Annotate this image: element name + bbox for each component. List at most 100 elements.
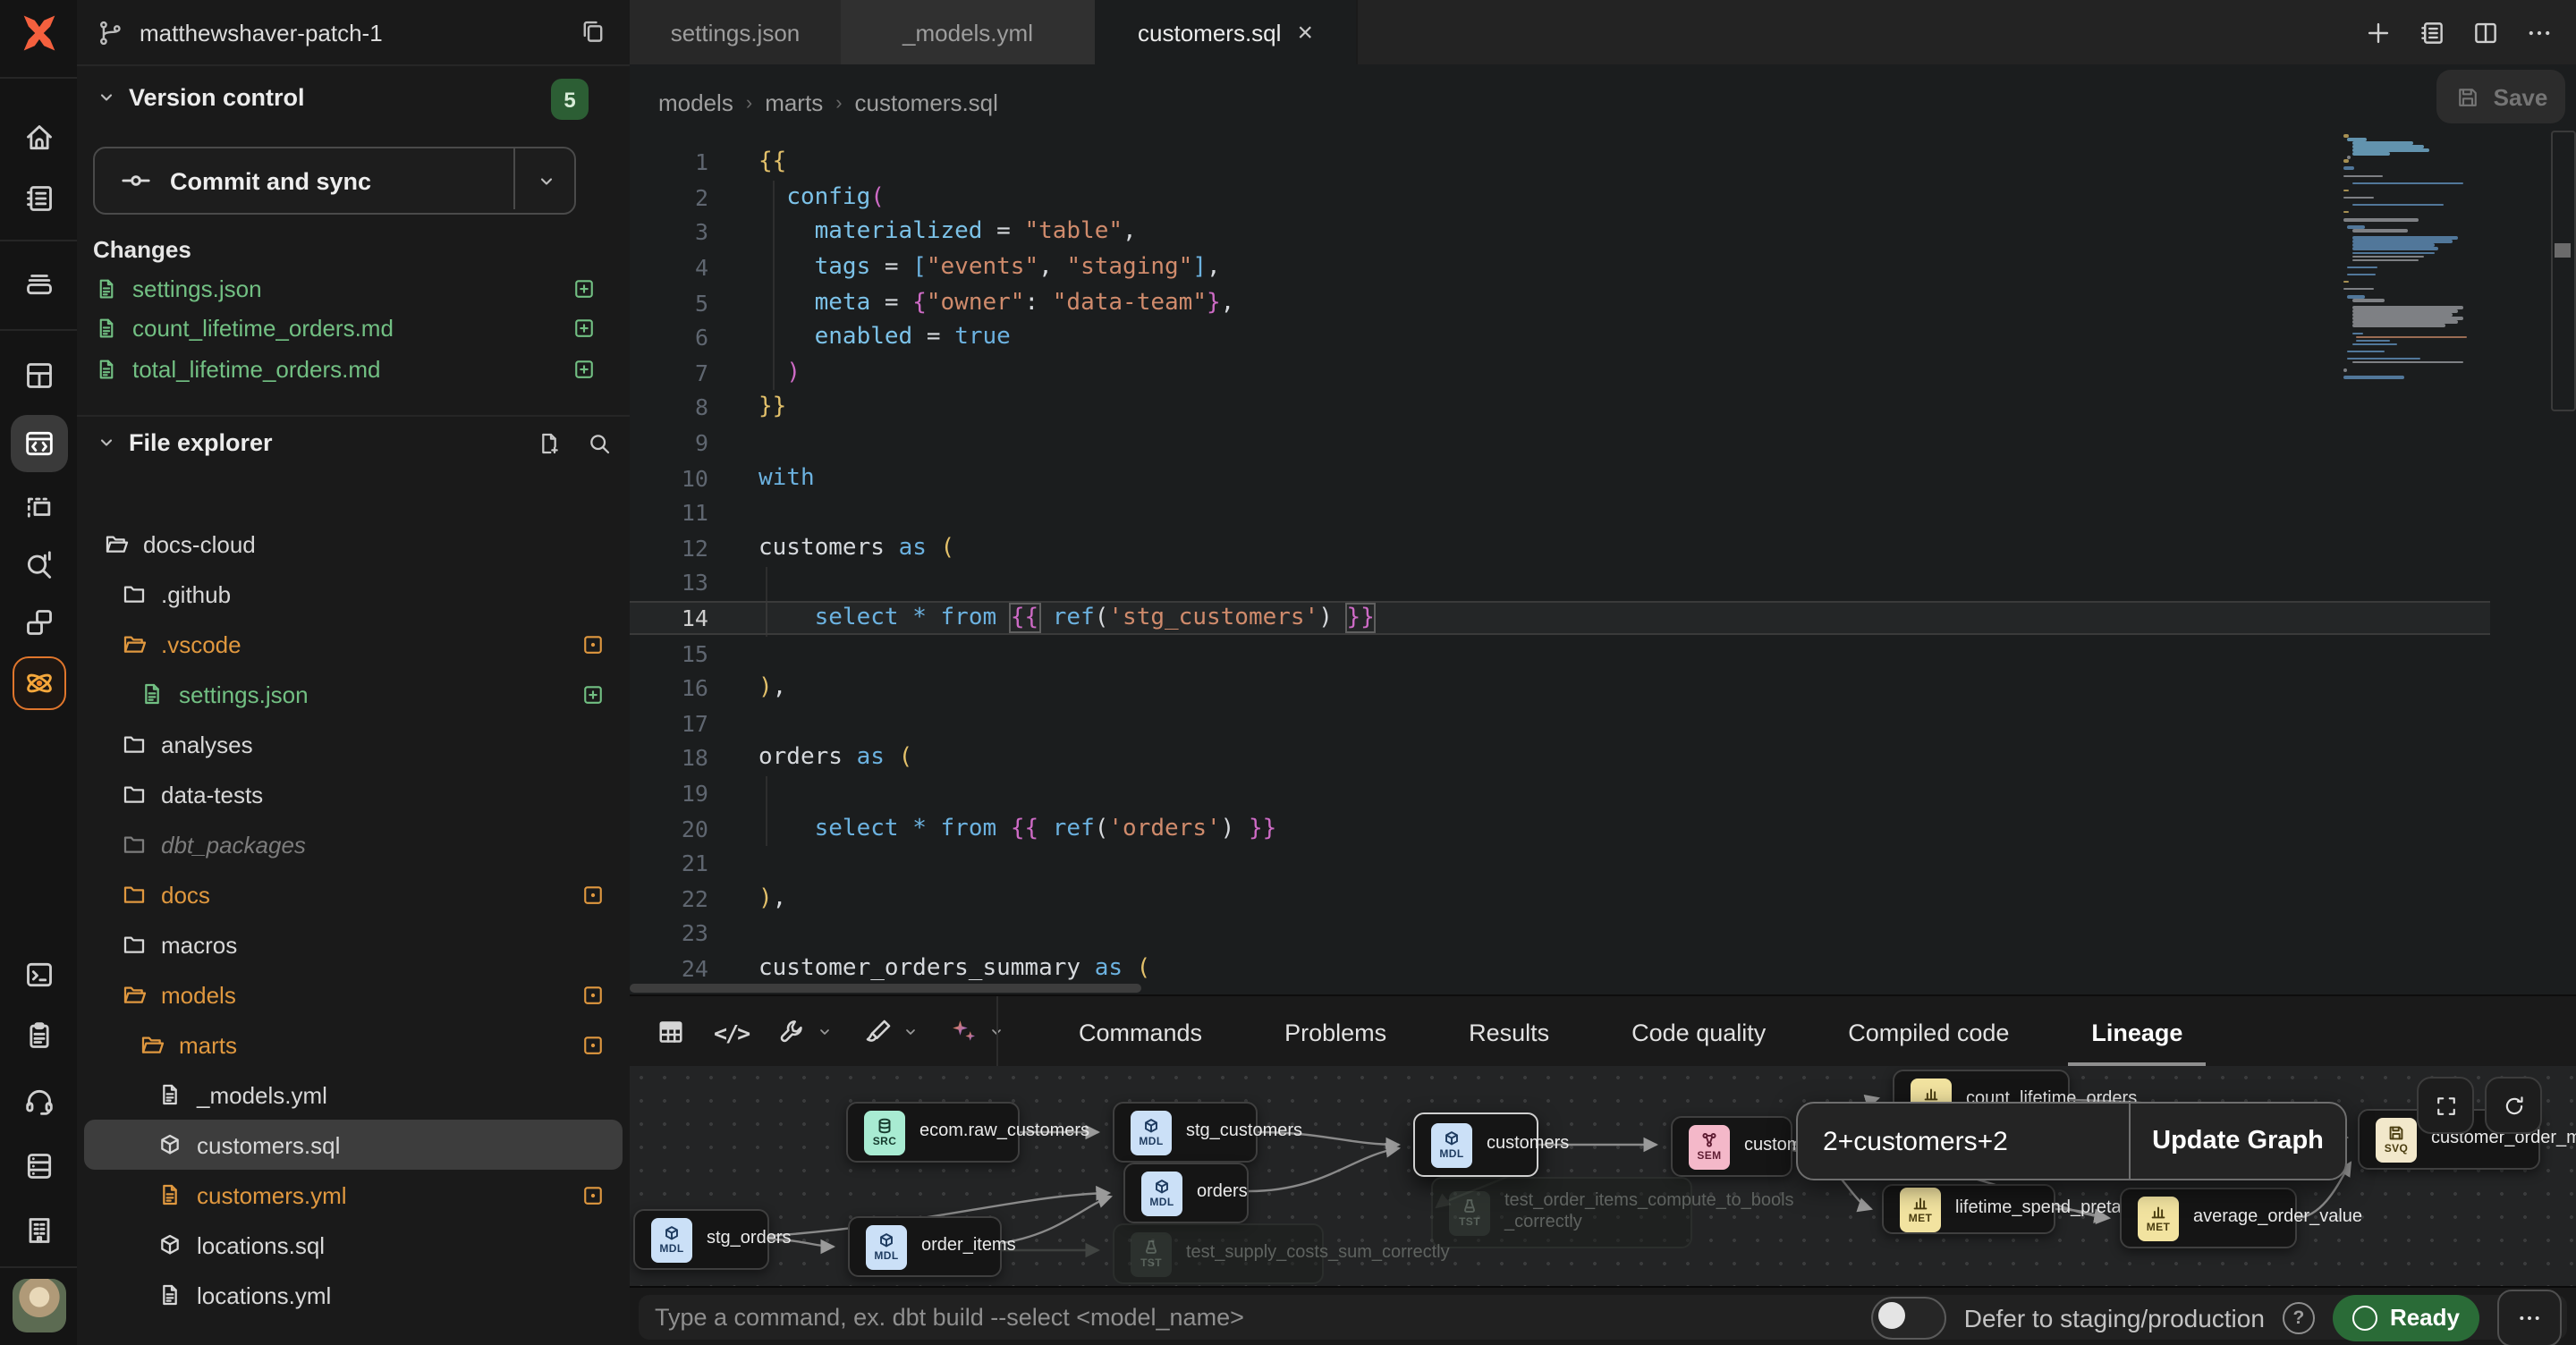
clipboard-icon[interactable] <box>21 1018 56 1053</box>
scrollbar-track[interactable] <box>2551 131 2576 411</box>
code-line-13[interactable]: 13 <box>630 565 2490 600</box>
tree-item-customers.sql[interactable]: customers.sql <box>84 1120 623 1170</box>
drawer-icon[interactable] <box>21 265 56 300</box>
scrollbar-thumb[interactable] <box>2555 243 2571 258</box>
tab-_models.yml[interactable]: _models.yml <box>841 0 1097 64</box>
lineage-node-orders[interactable]: MDLorders <box>1123 1163 1249 1223</box>
panel-tab-Problems[interactable]: Problems <box>1243 996 1428 1068</box>
lineage-node-customers_sem[interactable]: SEMcustomers <box>1671 1116 1792 1177</box>
lineage-node-test_supply[interactable]: TSTtest_supply_costs_sum_correctly <box>1113 1223 1324 1284</box>
code-window-icon[interactable] <box>10 415 67 472</box>
code-line-23[interactable]: 23 <box>630 916 2490 951</box>
breadcrumb-item[interactable]: customers.sql <box>855 89 998 116</box>
commit-options-chevron-icon[interactable] <box>533 167 560 194</box>
code-line-10[interactable]: 10with <box>630 461 2490 495</box>
terminal-icon[interactable] <box>21 957 56 993</box>
atom-icon[interactable] <box>12 656 65 710</box>
stage-file-icon[interactable] <box>571 315 597 342</box>
breadcrumb-item[interactable]: models <box>658 89 733 116</box>
dashboard-icon[interactable] <box>21 358 56 393</box>
code-line-16[interactable]: 16), <box>630 671 2490 706</box>
code-line-22[interactable]: 22), <box>630 881 2490 916</box>
tree-item-.github[interactable]: .github <box>84 569 623 619</box>
ready-status-badge[interactable]: Ready <box>2333 1294 2479 1341</box>
collapse-icon[interactable] <box>93 84 120 111</box>
code-line-6[interactable]: 6 enabled = true <box>630 320 2490 355</box>
stage-file-icon[interactable] <box>571 355 597 382</box>
tree-item-locations.sql[interactable]: locations.sql <box>84 1220 623 1270</box>
windows-icon[interactable] <box>21 605 56 640</box>
minimap[interactable] <box>2343 134 2476 388</box>
lineage-canvas[interactable]: SRCecom.raw_customersMDLstg_customersMDL… <box>630 1066 2576 1286</box>
tree-item-locations.yml[interactable]: locations.yml <box>84 1270 623 1320</box>
code-line-21[interactable]: 21 <box>630 846 2490 881</box>
frame-icon[interactable] <box>21 490 56 526</box>
tree-item-marts[interactable]: marts <box>84 1019 623 1070</box>
tree-item-models[interactable]: models <box>84 969 623 1019</box>
building-icon[interactable] <box>21 1213 56 1248</box>
server-icon[interactable] <box>21 1148 56 1184</box>
stage-file-icon[interactable] <box>571 275 597 301</box>
panel-tab-Results[interactable]: Results <box>1428 996 1590 1068</box>
code-line-3[interactable]: 3 materialized = "table", <box>630 215 2490 250</box>
save-button[interactable]: Save <box>2436 70 2565 123</box>
code-tag-icon[interactable]: </> <box>714 1019 749 1045</box>
command-more-icon[interactable] <box>2497 1289 2562 1345</box>
tree-item-customers.yml[interactable]: customers.yml <box>84 1170 623 1220</box>
lineage-node-ecom_raw_customers[interactable]: SRCecom.raw_customers <box>846 1102 1020 1163</box>
horizontal-scrollbar-thumb[interactable] <box>630 984 1141 993</box>
changed-file-row[interactable]: count_lifetime_orders.md <box>93 309 614 348</box>
tree-item-_models.yml[interactable]: _models.yml <box>84 1070 623 1120</box>
code-line-8[interactable]: 8}} <box>630 390 2490 425</box>
more-options-icon[interactable] <box>2524 17 2555 47</box>
tree-item-.vscode[interactable]: .vscode <box>84 619 623 669</box>
notebook-icon[interactable] <box>21 181 56 216</box>
update-graph-button[interactable]: Update Graph <box>2131 1104 2345 1179</box>
branch-bar[interactable]: matthewshaver-patch-1 <box>77 0 630 66</box>
panel-tab-Lineage[interactable]: Lineage <box>2050 996 2224 1068</box>
panel-tab-Compiled code[interactable]: Compiled code <box>1807 996 2050 1068</box>
headset-icon[interactable] <box>21 1084 56 1120</box>
table-icon[interactable] <box>655 1016 687 1048</box>
code-line-24[interactable]: 24customer_orders_summary as ( <box>630 951 2490 985</box>
code-line-7[interactable]: 7 ) <box>630 355 2490 390</box>
lineage-selector-input[interactable]: 2+customers+2 <box>1798 1104 2129 1179</box>
code-line-5[interactable]: 5 meta = {"owner": "data-team"}, <box>630 285 2490 320</box>
user-avatar[interactable] <box>12 1279 65 1332</box>
dbt-logo-icon[interactable] <box>15 10 62 65</box>
code-line-12[interactable]: 12customers as ( <box>630 530 2490 565</box>
commit-and-sync-button[interactable]: Commit and sync <box>93 147 576 215</box>
notebook-icon[interactable] <box>2417 17 2447 47</box>
code-line-4[interactable]: 4 tags = ["events", "staging"], <box>630 250 2490 285</box>
code-line-15[interactable]: 15 <box>630 636 2490 671</box>
fullscreen-icon[interactable] <box>2417 1077 2474 1134</box>
new-tab-icon[interactable] <box>2363 17 2394 47</box>
insights-icon[interactable] <box>21 547 56 583</box>
lineage-node-customers_model[interactable]: MDLcustomers <box>1413 1112 1538 1177</box>
tree-item-macros[interactable]: macros <box>84 919 623 969</box>
tree-item-settings.json[interactable]: settings.json <box>84 669 623 719</box>
tab-settings.json[interactable]: settings.json <box>630 0 843 64</box>
panel-tab-Commands[interactable]: Commands <box>1038 996 1243 1068</box>
copy-icon[interactable] <box>578 16 608 47</box>
code-line-1[interactable]: 1{{ <box>630 145 2490 180</box>
changed-file-row[interactable]: total_lifetime_orders.md <box>93 349 614 388</box>
lineage-node-lifetime_spend_pretax[interactable]: METlifetime_spend_pretax <box>1882 1184 2055 1234</box>
lineage-node-test_order_items[interactable]: TSTtest_order_items_compute_to_bools _co… <box>1431 1177 1692 1248</box>
search-files-icon[interactable] <box>585 429 614 458</box>
panel-tab-Code quality[interactable]: Code quality <box>1590 996 1807 1068</box>
collapse-icon[interactable] <box>93 429 120 456</box>
tree-item-docs[interactable]: docs <box>84 869 623 919</box>
wrench-icon[interactable] <box>775 1016 835 1048</box>
tree-item-docs-cloud[interactable]: docs-cloud <box>84 519 623 569</box>
tree-item-data-tests[interactable]: data-tests <box>84 769 623 819</box>
code-line-11[interactable]: 11 <box>630 495 2490 530</box>
stage-file-icon[interactable] <box>580 681 606 707</box>
code-line-19[interactable]: 19 <box>630 775 2490 810</box>
code-editor[interactable]: models›marts›customers.sql Save 1{{2 con… <box>630 64 2576 994</box>
code-line-17[interactable]: 17 <box>630 706 2490 740</box>
close-tab-icon[interactable]: × <box>1297 17 1313 47</box>
code-line-14[interactable]: 14 select * from {{ ref('stg_customers')… <box>630 600 2490 635</box>
new-file-icon[interactable] <box>535 429 564 458</box>
lineage-node-stg_customers[interactable]: MDLstg_customers <box>1113 1102 1258 1163</box>
